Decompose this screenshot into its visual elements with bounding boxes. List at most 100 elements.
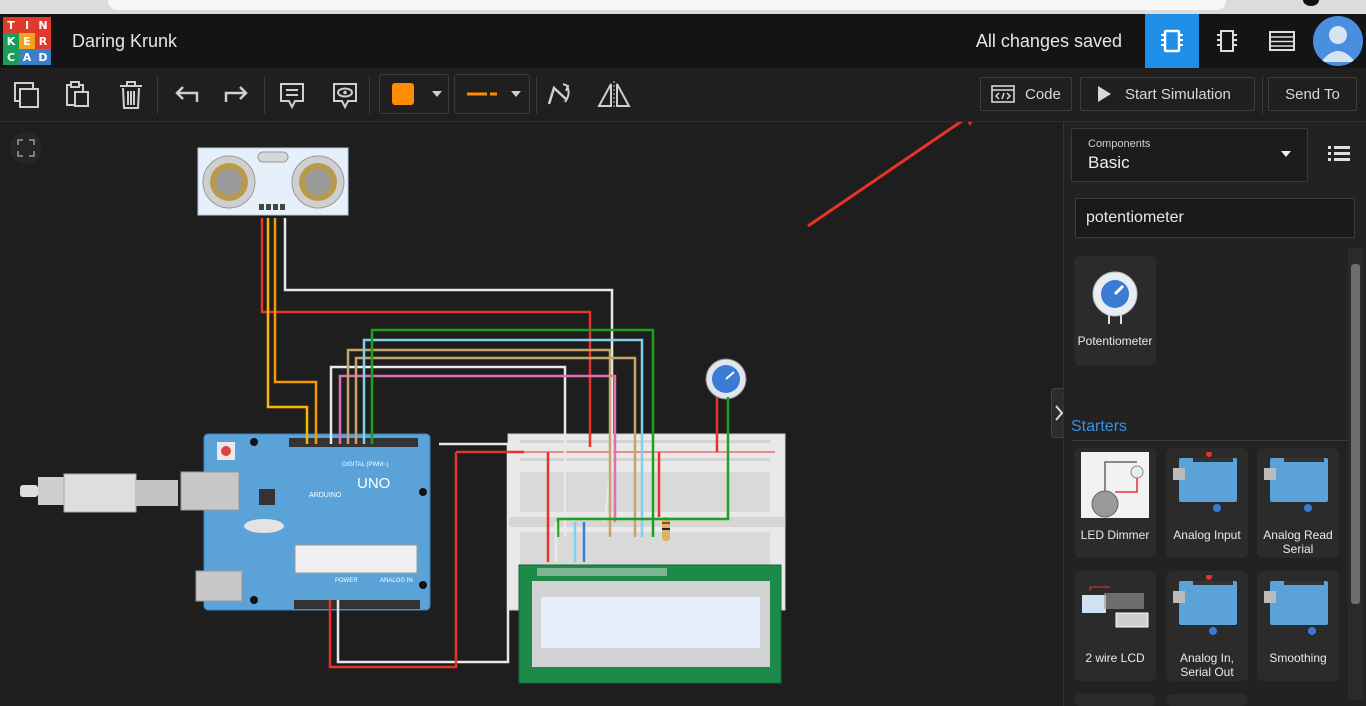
starter-card-led-dimmer[interactable]: LED Dimmer bbox=[1074, 448, 1156, 558]
starter-card-label: Analog Input bbox=[1173, 528, 1241, 542]
lcd-display[interactable] bbox=[518, 564, 782, 684]
flip-icon bbox=[597, 81, 631, 109]
list-view-button[interactable] bbox=[1326, 140, 1352, 166]
potentiometer-icon bbox=[1092, 271, 1138, 324]
logo-letter: I bbox=[19, 17, 35, 33]
circuit-drawing: ARDUINO UNO DIGITAL (PWM~) POWER ANALOG … bbox=[20, 122, 972, 684]
starter-card-smoothing[interactable]: Smoothing bbox=[1257, 571, 1339, 681]
toolbar-divider bbox=[1262, 76, 1263, 114]
starter-card-label: LED Dimmer bbox=[1080, 528, 1150, 542]
annotation-arrow bbox=[807, 122, 972, 228]
start-simulation-label: Start Simulation bbox=[1125, 85, 1231, 103]
starter-card-partial[interactable] bbox=[1166, 694, 1248, 706]
arduino-thumbnail-icon bbox=[1173, 575, 1237, 635]
send-to-label: Send To bbox=[1285, 85, 1340, 103]
circuit-view-icon bbox=[1161, 29, 1183, 53]
profile-dot[interactable] bbox=[1303, 0, 1319, 6]
rotate-button[interactable] bbox=[540, 77, 576, 113]
chevron-down-icon bbox=[511, 91, 521, 97]
components-select[interactable]: Components Basic bbox=[1071, 128, 1308, 182]
components-select-label: Components bbox=[1088, 138, 1151, 150]
ultrasonic-sensor[interactable] bbox=[197, 147, 349, 216]
logo-letter: A bbox=[19, 49, 35, 65]
address-bar[interactable] bbox=[108, 0, 1226, 10]
components-select-value: Basic bbox=[1088, 153, 1130, 172]
play-icon bbox=[1098, 86, 1111, 102]
arduino-model-label: UNO bbox=[357, 475, 390, 492]
starter-card-label: Smoothing bbox=[1269, 651, 1327, 665]
arduino-brand-label: ARDUINO bbox=[309, 492, 342, 499]
flip-button[interactable] bbox=[596, 77, 632, 113]
undo-icon bbox=[175, 86, 199, 102]
arduino-thumbnail-icon bbox=[1173, 452, 1237, 512]
component-card-potentiometer[interactable]: Potentiometer bbox=[1074, 256, 1156, 366]
components-panel: Components Basic Potentiometer Starters … bbox=[1063, 122, 1366, 706]
send-to-button[interactable]: Send To bbox=[1268, 77, 1357, 111]
component-search-input[interactable] bbox=[1075, 198, 1355, 238]
wire-color-dropdown[interactable] bbox=[379, 74, 449, 114]
delete-button[interactable] bbox=[113, 77, 149, 113]
wire-type-dropdown[interactable] bbox=[454, 74, 530, 114]
logo-letter: D bbox=[35, 49, 51, 65]
starter-card-label: Analog In, Serial Out bbox=[1179, 651, 1235, 679]
chevron-right-icon bbox=[1055, 405, 1063, 421]
starters-heading: Starters bbox=[1071, 418, 1128, 435]
toolbar-divider bbox=[369, 76, 370, 114]
schematic-view-icon bbox=[1217, 30, 1237, 52]
starter-card-analog-read-serial[interactable]: Analog Read Serial bbox=[1257, 448, 1339, 558]
top-bar: T I N K E R C A D Daring Krunk All chang… bbox=[0, 14, 1366, 68]
resistor[interactable] bbox=[662, 517, 670, 541]
logo-letter: T bbox=[3, 17, 19, 33]
arduino-thumbnail-icon bbox=[1264, 458, 1328, 512]
design-title[interactable]: Daring Krunk bbox=[72, 31, 177, 52]
redo-button[interactable] bbox=[219, 77, 255, 113]
analog-pin-label: ANALOG IN bbox=[380, 578, 413, 584]
component-card-label: Potentiometer bbox=[1077, 334, 1153, 348]
note-icon bbox=[280, 83, 304, 110]
code-button[interactable]: Code bbox=[980, 77, 1072, 111]
wire-type-icon bbox=[467, 92, 497, 96]
usb-cable bbox=[20, 473, 178, 513]
user-icon bbox=[1321, 26, 1355, 62]
logo-letter: E bbox=[19, 33, 35, 49]
toolbar-divider bbox=[536, 76, 537, 114]
code-icon bbox=[991, 85, 1015, 103]
component-list-button[interactable] bbox=[1255, 14, 1309, 68]
panel-scrollbar-thumb[interactable] bbox=[1351, 264, 1360, 604]
lcd-thumbnail-icon bbox=[1082, 586, 1149, 628]
starter-card-label: Analog Read Serial bbox=[1263, 528, 1333, 556]
logo-letter: N bbox=[35, 17, 51, 33]
circuit-canvas[interactable]: ARDUINO UNO DIGITAL (PWM~) POWER ANALOG … bbox=[0, 122, 1062, 706]
starter-card-analog-input[interactable]: Analog Input bbox=[1166, 448, 1248, 558]
schematic-view-button[interactable] bbox=[1200, 14, 1254, 68]
led-dimmer-thumbnail-icon bbox=[1081, 452, 1149, 518]
list-icon bbox=[1328, 146, 1350, 161]
chevron-down-icon bbox=[432, 91, 442, 97]
chevron-down-icon bbox=[1281, 151, 1291, 157]
digital-pin-label: DIGITAL (PWM~) bbox=[342, 462, 389, 468]
trash-icon bbox=[120, 81, 142, 109]
starter-card-label: 2 wire LCD bbox=[1085, 651, 1145, 665]
arduino-thumbnail-icon bbox=[1264, 581, 1328, 635]
start-simulation-button[interactable]: Start Simulation bbox=[1080, 77, 1255, 111]
logo-letter: C bbox=[3, 49, 19, 65]
redo-icon bbox=[224, 86, 248, 102]
browser-strip bbox=[0, 0, 1366, 14]
starter-card-analog-in-serial-out[interactable]: Analog In, Serial Out bbox=[1166, 571, 1248, 681]
avatar[interactable] bbox=[1313, 16, 1363, 66]
undo-button[interactable] bbox=[168, 77, 204, 113]
paste-button[interactable] bbox=[59, 77, 95, 113]
potentiometer[interactable] bbox=[705, 358, 747, 400]
notes-visibility-button[interactable] bbox=[327, 77, 363, 113]
table-icon bbox=[1269, 31, 1295, 51]
starter-card-partial[interactable] bbox=[1074, 694, 1156, 706]
toolbar-divider bbox=[264, 76, 265, 114]
copy-button[interactable] bbox=[8, 77, 44, 113]
arduino-uno[interactable]: ARDUINO UNO DIGITAL (PWM~) POWER ANALOG … bbox=[180, 433, 431, 611]
toolbar: Code Start Simulation Send To bbox=[0, 68, 1366, 122]
notes-button[interactable] bbox=[274, 77, 310, 113]
logo-letter: R bbox=[35, 33, 51, 49]
tinkercad-logo[interactable]: T I N K E R C A D bbox=[3, 17, 51, 65]
circuit-view-button[interactable] bbox=[1145, 14, 1199, 68]
starter-card-2-wire-lcd[interactable]: 2 wire LCD bbox=[1074, 571, 1156, 681]
